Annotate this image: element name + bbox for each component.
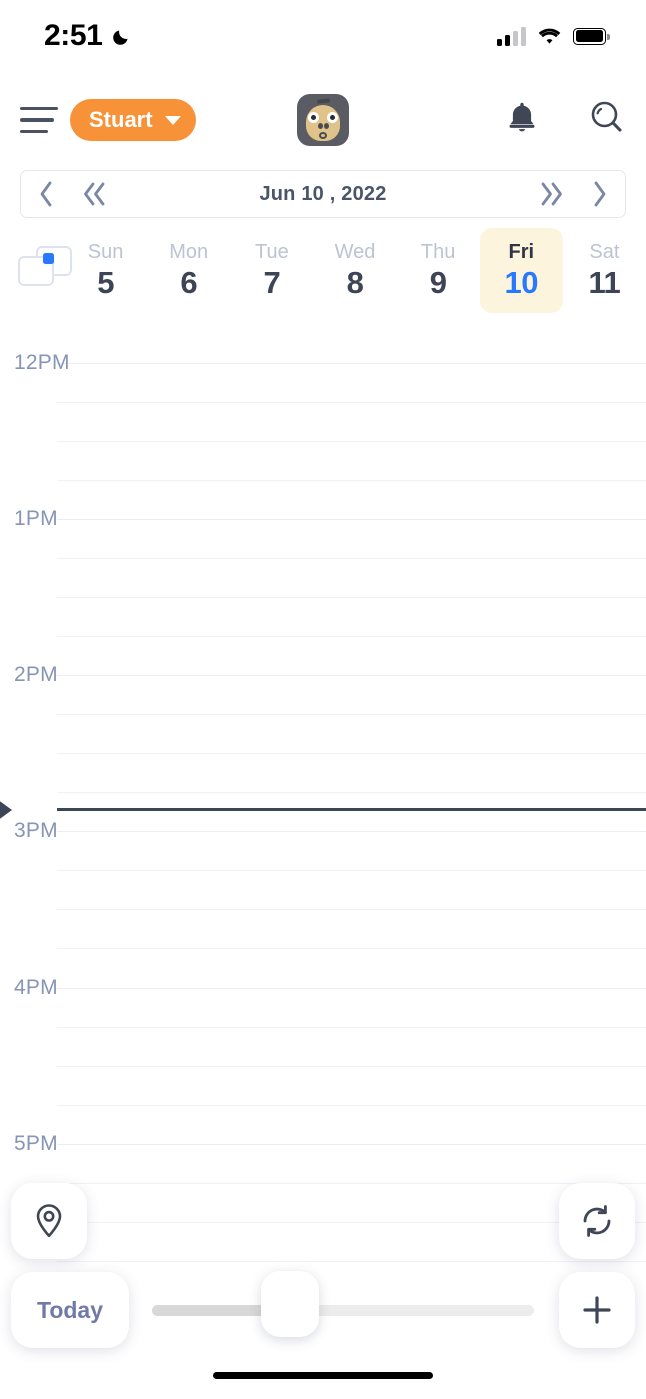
grid-quarter-line <box>57 1261 646 1262</box>
cellular-signal-icon <box>497 26 526 46</box>
day-number-label: 5 <box>97 264 114 300</box>
next-week-button[interactable] <box>538 181 564 207</box>
grid-quarter-line <box>57 480 646 481</box>
home-indicator <box>213 1372 433 1379</box>
day-number-label: 9 <box>429 264 447 300</box>
hour-label: 12PM <box>14 351 70 374</box>
grid-quarter-line <box>57 636 646 637</box>
grid-quarter-line <box>57 792 646 793</box>
crescent-moon-icon <box>113 30 128 45</box>
hour-label: 5PM <box>14 1132 58 1155</box>
notification-bell-icon[interactable] <box>504 99 540 142</box>
wifi-icon <box>538 28 561 44</box>
grid-hour-line <box>57 831 646 832</box>
grid-quarter-line <box>57 1222 646 1223</box>
day-column-mon[interactable]: Mon 6 <box>147 228 230 313</box>
today-button-label: Today <box>36 1296 104 1323</box>
user-selector-button[interactable]: Stuart <box>70 99 196 141</box>
plus-icon <box>583 1296 611 1324</box>
date-nav-left-group <box>39 181 108 207</box>
current-date-label: Jun 10 , 2022 <box>259 182 387 205</box>
day-number-label: 6 <box>180 264 198 300</box>
grid-hour-line <box>57 675 646 676</box>
day-number-label: 11 <box>588 264 621 300</box>
date-nav-right-group <box>538 181 607 207</box>
gorilla-avatar-icon[interactable] <box>297 94 349 146</box>
hour-label: 3PM <box>14 819 58 842</box>
day-strip: Sun 5 Mon 6 Tue 7 Wed 8 Thu 9 Fri 10 Sat 11 <box>0 228 646 313</box>
current-time-line <box>57 808 646 811</box>
day-name-label: Tue <box>254 240 289 263</box>
location-pin-icon[interactable] <box>11 1183 87 1259</box>
day-name-label: Thu <box>420 240 456 263</box>
grid-quarter-line <box>57 1027 646 1028</box>
app-header: Stuart <box>0 72 646 168</box>
hour-label: 1PM <box>14 507 58 530</box>
day-name-label: Sat <box>589 240 620 263</box>
battery-full-icon <box>573 27 610 45</box>
caret-down-icon <box>164 115 181 125</box>
sync-refresh-icon[interactable] <box>559 1183 635 1259</box>
phone-screen: 2:51 Stuart Jun 10 , 2022 Sun 5 Mon 6 Tu… <box>0 0 646 1399</box>
grid-quarter-line <box>57 714 646 715</box>
grid-hour-line <box>57 519 646 520</box>
zoom-slider[interactable] <box>152 1271 534 1337</box>
day-number-label: 7 <box>263 264 281 300</box>
user-name-label: Stuart <box>89 107 153 132</box>
grid-hour-line <box>57 988 646 989</box>
day-column-sun[interactable]: Sun 5 <box>64 228 147 313</box>
hour-label: 2PM <box>14 663 58 686</box>
day-name-label: Sun <box>87 240 124 263</box>
day-number-label: 8 <box>346 264 364 300</box>
grid-quarter-line <box>57 948 646 949</box>
next-day-button[interactable] <box>592 181 607 207</box>
status-bar: 2:51 <box>0 0 646 72</box>
status-time: 2:51 <box>44 19 103 52</box>
grid-quarter-line <box>57 753 646 754</box>
grid-quarter-line <box>57 558 646 559</box>
prev-week-button[interactable] <box>82 181 108 207</box>
grid-quarter-line <box>57 909 646 910</box>
day-number-label: 10 <box>504 264 539 300</box>
slider-thumb[interactable] <box>261 1271 319 1337</box>
grid-quarter-line <box>57 1183 646 1184</box>
grid-quarter-line <box>57 402 646 403</box>
time-grid[interactable]: 12PM 1PM 2PM 3PM 4PM 5PM <box>0 313 646 1313</box>
prev-day-button[interactable] <box>39 181 54 207</box>
day-name-label: Mon <box>169 240 209 263</box>
search-icon[interactable] <box>588 99 626 142</box>
day-column-wed[interactable]: Wed 8 <box>313 228 396 313</box>
status-bar-left: 2:51 <box>44 19 133 53</box>
day-column-sat[interactable]: Sat 11 <box>563 228 646 313</box>
grid-hour-line <box>57 1144 646 1145</box>
day-columns: Sun 5 Mon 6 Tue 7 Wed 8 Thu 9 Fri 10 Sat 11 <box>64 228 646 313</box>
now-arrow-icon <box>0 799 12 821</box>
day-column-tue[interactable]: Tue 7 <box>230 228 313 313</box>
day-name-label: Wed <box>334 240 376 263</box>
today-button[interactable]: Today <box>11 1272 129 1348</box>
date-navigation-bar: Jun 10 , 2022 <box>20 170 626 218</box>
grid-quarter-line <box>57 1066 646 1067</box>
grid-hour-line <box>57 363 646 364</box>
hamburger-menu-icon[interactable] <box>20 107 58 133</box>
grid-quarter-line <box>57 597 646 598</box>
day-column-thu[interactable]: Thu 9 <box>397 228 480 313</box>
day-name-label: Fri <box>508 240 535 263</box>
grid-quarter-line <box>57 441 646 442</box>
hour-label: 4PM <box>14 976 58 999</box>
add-event-button[interactable] <box>559 1272 635 1348</box>
day-column-fri[interactable]: Fri 10 <box>479 228 563 313</box>
status-bar-right <box>497 26 610 46</box>
grid-quarter-line <box>57 870 646 871</box>
grid-quarter-line <box>57 1105 646 1106</box>
